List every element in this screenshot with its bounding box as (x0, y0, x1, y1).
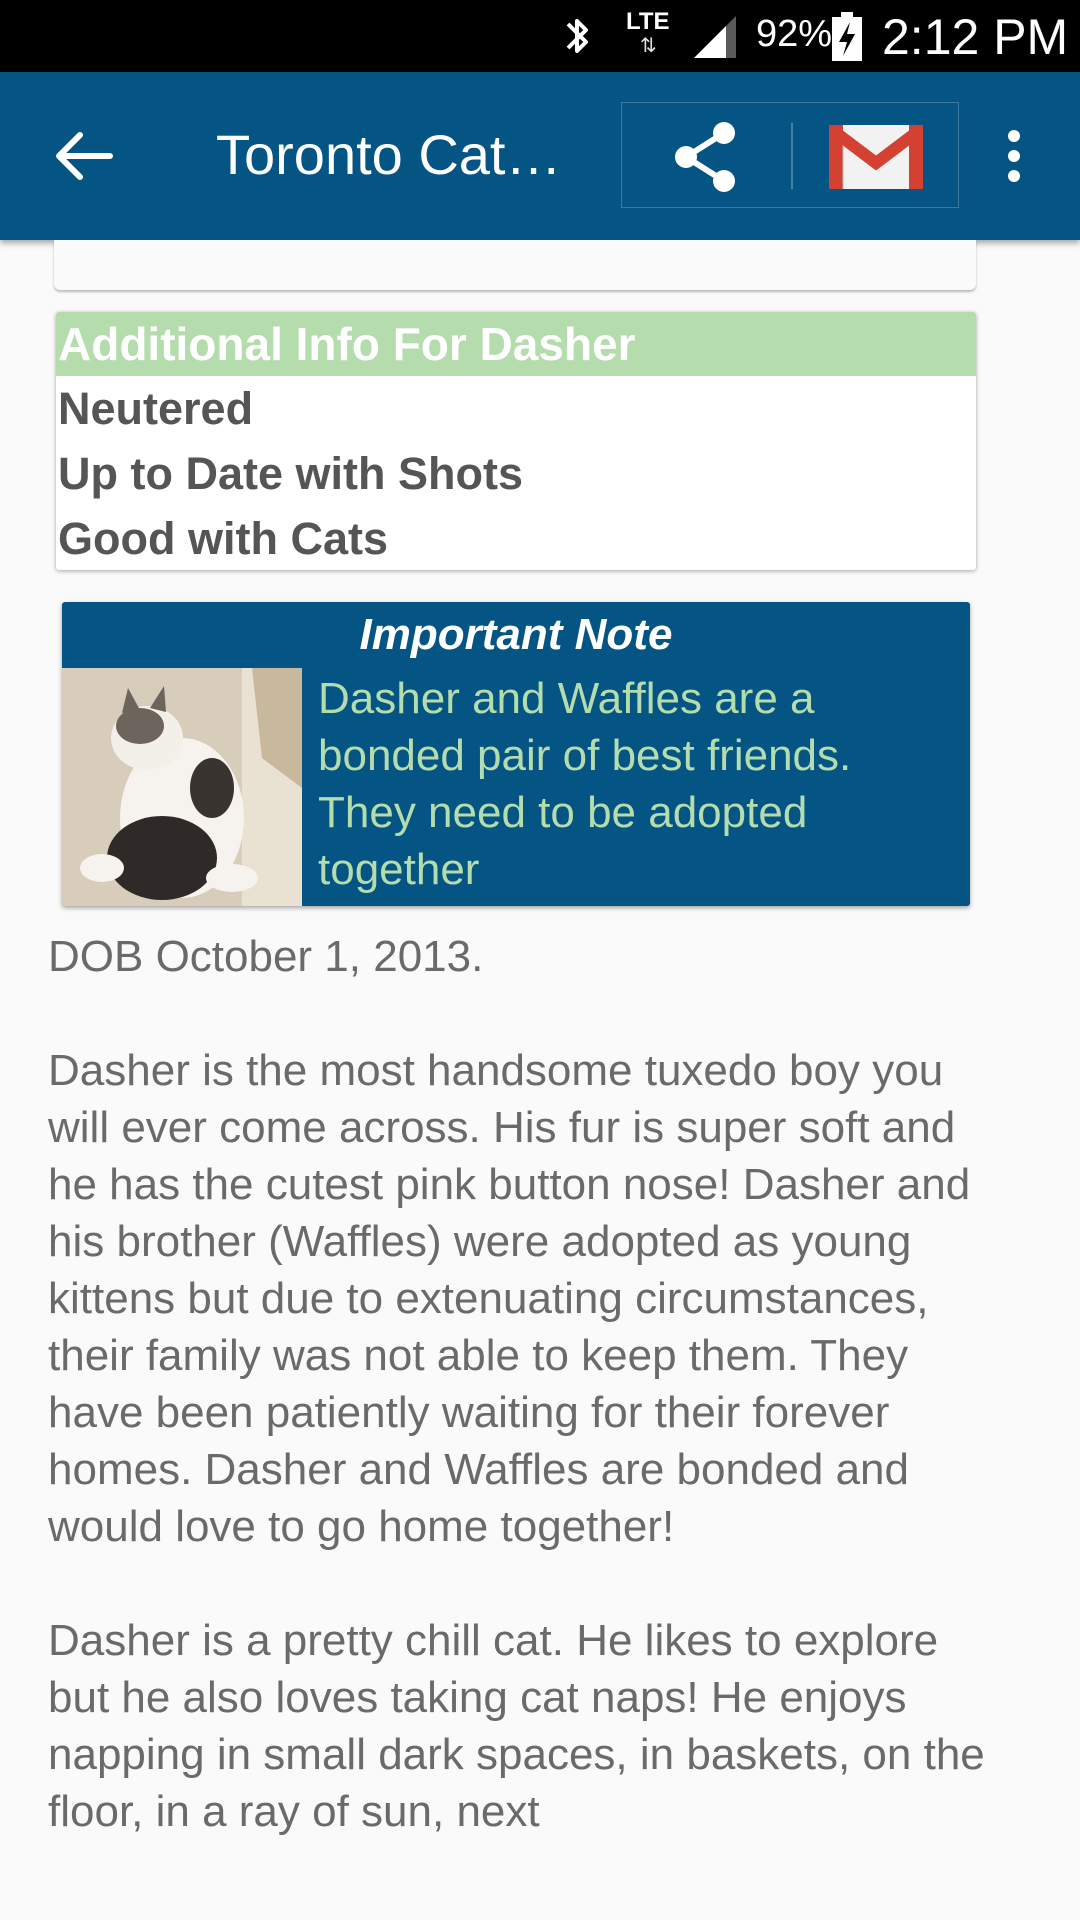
status-bar: LTE ⇅ 92% 2:12 PM (0, 0, 1080, 72)
action-bar-group (621, 102, 959, 208)
additional-info-card: Additional Info For Dasher Neutered Up t… (56, 312, 976, 570)
cat-description: DOB October 1, 2013. Dasher is the most … (48, 928, 1008, 1840)
signal-icon (694, 16, 736, 58)
info-item-neutered: Neutered (58, 383, 254, 434)
page-title: Toronto Cat… (216, 123, 562, 186)
info-item-shots: Up to Date with Shots (58, 448, 523, 499)
additional-info-header: Additional Info For Dasher (56, 312, 976, 376)
important-note-card: Important Note Dasher and Waffles are a … (62, 602, 970, 906)
network-type: LTE (626, 8, 670, 35)
previous-card-edge (54, 240, 976, 290)
overflow-menu-icon[interactable] (996, 126, 1032, 186)
gmail-icon[interactable] (829, 123, 923, 191)
lte-icon: LTE ⇅ (626, 8, 670, 57)
important-note-title: Important Note (359, 610, 673, 659)
bluetooth-icon (566, 19, 588, 53)
dob-text: DOB October 1, 2013. (48, 932, 484, 981)
clock: 2:12 PM (882, 9, 1069, 65)
info-item-good-with-cats: Good with Cats (58, 513, 388, 564)
app-bar: Toronto Cat… (0, 72, 1080, 240)
action-divider (791, 123, 793, 189)
bottom-clip (0, 1870, 1080, 1920)
battery-percent: 92% (756, 13, 833, 55)
description-paragraph-2: Dasher is a pretty chill cat. He likes t… (48, 1616, 985, 1836)
battery-charging-icon (832, 12, 862, 61)
back-arrow-icon[interactable] (50, 124, 120, 188)
description-paragraph-1: Dasher is the most handsome tuxedo boy y… (48, 1046, 971, 1551)
cat-photo (62, 668, 302, 906)
content-scroll[interactable]: Additional Info For Dasher Neutered Up t… (0, 240, 1080, 1920)
share-icon[interactable] (666, 117, 746, 197)
important-note-text: Dasher and Waffles are a bonded pair of … (318, 674, 852, 894)
